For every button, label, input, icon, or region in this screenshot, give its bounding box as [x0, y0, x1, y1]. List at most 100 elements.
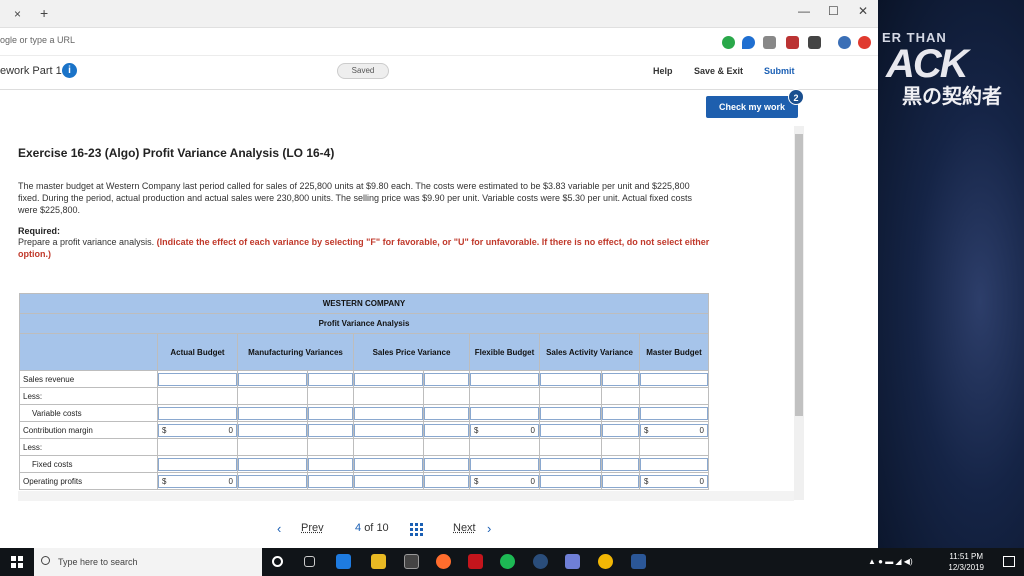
amount-input[interactable]: [238, 474, 307, 488]
amount-input[interactable]: [354, 372, 423, 386]
fu-select[interactable]: [602, 406, 639, 420]
horizontal-scrollbar[interactable]: [18, 491, 794, 501]
amount-input[interactable]: [640, 406, 708, 420]
chevron-right-icon[interactable]: ›: [487, 521, 491, 536]
column-header: Sales Activity Variance: [539, 333, 640, 371]
spotify-icon[interactable]: [500, 554, 515, 569]
amount-input[interactable]: [470, 372, 539, 386]
fu-select[interactable]: [424, 474, 469, 488]
fu-select[interactable]: [308, 474, 353, 488]
grid-icon[interactable]: [410, 523, 423, 536]
maximize-button[interactable]: ☐: [828, 4, 839, 18]
fu-select[interactable]: [424, 372, 469, 386]
windows-start-icon[interactable]: [11, 556, 23, 568]
fu-select[interactable]: [308, 372, 353, 386]
edge-icon[interactable]: [336, 554, 351, 569]
total-pages: 10: [376, 522, 389, 534]
table-row: Operating profits $0 $0 $0: [19, 472, 709, 490]
task-view-icon[interactable]: [304, 556, 315, 567]
extension-icon[interactable]: [786, 36, 799, 49]
amount-input[interactable]: [238, 372, 307, 386]
clock-date: 12/3/2019: [948, 563, 984, 572]
minimize-button[interactable]: —: [798, 4, 810, 18]
total-field: $0: [640, 474, 708, 488]
store-icon[interactable]: [404, 554, 419, 569]
extension-icon[interactable]: [808, 36, 821, 49]
profit-variance-table: WESTERN COMPANY Profit Variance Analysis…: [19, 293, 709, 490]
table-company: WESTERN COMPANY: [19, 293, 709, 314]
check-count-badge: 2: [788, 89, 804, 105]
extension-icon[interactable]: [742, 36, 755, 49]
amount-input[interactable]: [158, 372, 237, 386]
chevron-left-icon[interactable]: ‹: [277, 521, 281, 536]
amount-input[interactable]: [540, 457, 601, 471]
firefox-icon[interactable]: [436, 554, 451, 569]
cortana-icon[interactable]: [272, 556, 283, 567]
extension-icon[interactable]: [722, 36, 735, 49]
prev-link[interactable]: Prev: [301, 522, 324, 534]
vertical-scrollbar[interactable]: [794, 126, 804, 500]
word-icon[interactable]: [631, 554, 646, 569]
amount-input[interactable]: [540, 474, 601, 488]
currency-symbol: $: [162, 476, 167, 486]
fu-select[interactable]: [424, 457, 469, 471]
amount-input[interactable]: [640, 457, 708, 471]
system-tray-icons[interactable]: ▲ ● ▬ ◢ ◀): [868, 557, 928, 567]
save-exit-link[interactable]: Save & Exit: [694, 66, 743, 76]
amount-input[interactable]: [354, 474, 423, 488]
currency-symbol: $: [474, 425, 479, 435]
row-label: Less:: [19, 387, 158, 405]
extension-icon[interactable]: [763, 36, 776, 49]
amount-input[interactable]: [540, 423, 601, 437]
amount-input[interactable]: [158, 406, 237, 420]
notification-icon[interactable]: [1003, 556, 1015, 567]
fu-select[interactable]: [424, 423, 469, 437]
chrome-icon[interactable]: [598, 554, 613, 569]
address-bar[interactable]: ogle or type a URL: [0, 28, 878, 56]
required-instruction: Prepare a profit variance analysis.: [18, 237, 157, 247]
amount-input[interactable]: [640, 372, 708, 386]
fu-select[interactable]: [602, 457, 639, 471]
fu-select[interactable]: [602, 423, 639, 437]
fu-select[interactable]: [602, 474, 639, 488]
taskbar-search[interactable]: Type here to search: [34, 548, 262, 576]
total-value: 0: [699, 476, 704, 486]
amount-input[interactable]: [470, 406, 539, 420]
amount-input[interactable]: [354, 457, 423, 471]
amount-input[interactable]: [354, 406, 423, 420]
fu-select[interactable]: [602, 372, 639, 386]
amount-input[interactable]: [470, 457, 539, 471]
netflix-icon[interactable]: [468, 554, 483, 569]
fu-select[interactable]: [424, 406, 469, 420]
file-explorer-icon[interactable]: [371, 554, 386, 569]
amount-input[interactable]: [540, 406, 601, 420]
fu-select[interactable]: [308, 423, 353, 437]
profile-icon[interactable]: [838, 36, 851, 49]
help-link[interactable]: Help: [653, 66, 673, 76]
amount-input[interactable]: [238, 457, 307, 471]
close-window-button[interactable]: ✕: [858, 4, 868, 18]
amount-input[interactable]: [158, 457, 237, 471]
amount-input[interactable]: [238, 406, 307, 420]
new-tab-button[interactable]: +: [40, 5, 48, 21]
discord-icon[interactable]: [565, 554, 580, 569]
info-icon[interactable]: i: [62, 63, 77, 78]
check-my-work-button[interactable]: Check my work: [706, 96, 798, 118]
submit-link[interactable]: Submit: [764, 66, 795, 76]
next-link[interactable]: Next: [453, 522, 476, 534]
extension-icon[interactable]: [858, 36, 871, 49]
pagination: ‹ Prev 4 of 10 Next ›: [277, 521, 503, 538]
amount-input[interactable]: [354, 423, 423, 437]
table-row: Less:: [19, 387, 709, 405]
amount-input[interactable]: [540, 372, 601, 386]
close-tab-icon[interactable]: ×: [14, 7, 21, 21]
amount-input[interactable]: [238, 423, 307, 437]
scrollbar-thumb[interactable]: [795, 134, 803, 416]
url-input[interactable]: ogle or type a URL: [0, 35, 75, 45]
steam-icon[interactable]: [533, 554, 548, 569]
clock[interactable]: 11:51 PM 12/3/2019: [948, 551, 984, 573]
fu-select[interactable]: [308, 457, 353, 471]
fu-select[interactable]: [308, 406, 353, 420]
assignment-title: ework Part 1: [0, 65, 62, 77]
currency-symbol: $: [162, 425, 167, 435]
